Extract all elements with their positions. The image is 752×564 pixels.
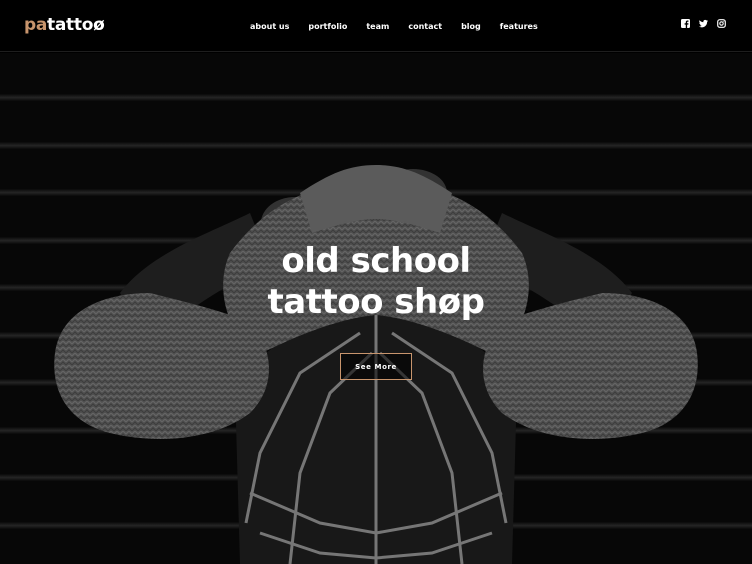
hero: old school tattoo shøp See More: [0, 53, 752, 564]
nav-about-us[interactable]: about us: [250, 22, 289, 31]
nav-portfolio[interactable]: portfolio: [308, 22, 347, 31]
facebook-icon[interactable]: [681, 19, 690, 28]
hero-title-line2: tattoo shøp: [267, 282, 485, 322]
hero-title-line1: old school: [281, 241, 471, 281]
hero-title: old school tattoo shøp: [0, 241, 752, 323]
nav-team[interactable]: team: [366, 22, 389, 31]
site-header: patattoø about us portfolio team contact…: [0, 0, 752, 52]
social-links: [681, 19, 726, 28]
nav-contact[interactable]: contact: [408, 22, 442, 31]
nav-blog[interactable]: blog: [461, 22, 481, 31]
logo-prefix: pa: [24, 15, 48, 35]
nav-features[interactable]: features: [500, 22, 538, 31]
logo[interactable]: patattoø: [24, 14, 105, 36]
main-nav: about us portfolio team contact blog fea…: [250, 0, 557, 52]
twitter-icon[interactable]: [699, 19, 708, 28]
see-more-button[interactable]: See More: [340, 353, 412, 380]
logo-name: tattoø: [47, 15, 105, 35]
instagram-icon[interactable]: [717, 19, 726, 28]
